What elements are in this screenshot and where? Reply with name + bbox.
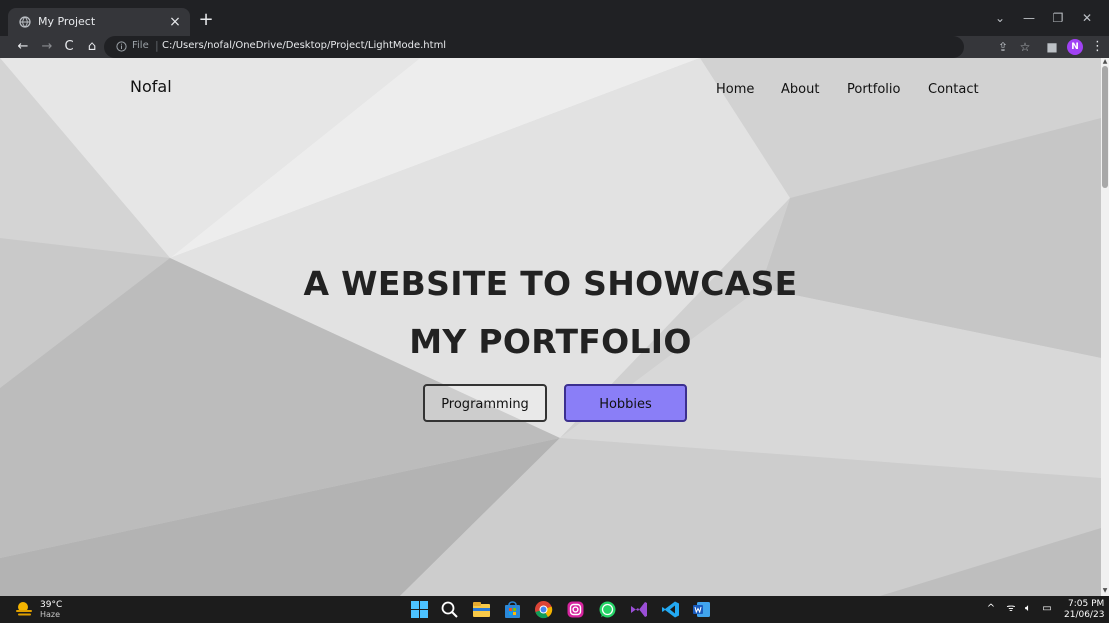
share-icon[interactable]: ⇪ — [994, 38, 1012, 56]
nav-portfolio[interactable]: Portfolio — [847, 82, 900, 97]
vscode-icon[interactable] — [661, 600, 680, 619]
home-icon[interactable]: ⌂ — [83, 38, 101, 56]
side-panel-icon[interactable]: ■ — [1043, 38, 1061, 56]
instagram-icon[interactable] — [566, 600, 585, 619]
scroll-down-arrow-icon[interactable]: ▼ — [1101, 587, 1109, 595]
search-icon[interactable] — [440, 600, 459, 619]
scrollbar-thumb[interactable] — [1102, 66, 1108, 188]
nav-about[interactable]: About — [781, 82, 819, 97]
tray-chevron-up-icon[interactable]: ^ — [984, 601, 998, 617]
forward-arrow-icon[interactable]: → — [38, 38, 56, 56]
browser-toolbar: ← → C ⌂ File | C:/Users/nofal/OneDrive/D… — [0, 36, 1109, 58]
whatsapp-icon[interactable] — [598, 600, 617, 619]
url-separator: | — [155, 39, 159, 52]
minimize-icon[interactable]: — — [1018, 8, 1040, 28]
weather-condition: Haze — [40, 610, 61, 619]
programming-button[interactable]: Programming — [423, 384, 547, 422]
browser-tabstrip: My Project × + ⌄ — ❐ ✕ — [0, 0, 1109, 36]
url-text: C:/Users/nofal/OneDrive/Desktop/Project/… — [162, 40, 447, 51]
back-arrow-icon[interactable]: ← — [14, 38, 32, 56]
visual-studio-icon[interactable] — [629, 600, 648, 619]
close-window-icon[interactable]: ✕ — [1076, 8, 1098, 28]
browser-tab[interactable]: My Project × — [8, 8, 190, 36]
hobbies-button[interactable]: Hobbies — [564, 384, 687, 422]
reload-icon[interactable]: C — [60, 38, 78, 56]
chrome-icon[interactable] — [534, 600, 553, 619]
info-icon — [116, 41, 127, 52]
bookmark-star-icon[interactable]: ☆ — [1016, 38, 1034, 56]
windows-taskbar: 39°C Haze ^ ᯤ 🔈︎ ▭ 7:05 PM 21/06/23 — [0, 596, 1109, 623]
clock-time[interactable]: 7:05 PM — [1068, 599, 1104, 609]
url-scheme: File — [132, 40, 149, 51]
restore-icon[interactable]: ❐ — [1047, 8, 1069, 28]
windows-start-icon[interactable] — [410, 600, 429, 619]
nav-contact[interactable]: Contact — [928, 82, 979, 97]
tab-search-icon[interactable]: ⌄ — [989, 8, 1011, 28]
battery-icon[interactable]: ▭ — [1040, 601, 1054, 617]
brand-logo-text[interactable]: Nofal — [130, 77, 172, 96]
weather-haze-icon[interactable] — [14, 601, 34, 617]
volume-icon[interactable]: 🔈︎ — [1021, 601, 1035, 617]
clock-date[interactable]: 21/06/23 — [1064, 610, 1104, 620]
word-icon[interactable] — [692, 600, 711, 619]
hero-title-line2: MY PORTFOLIO — [409, 322, 692, 361]
weather-temperature: 39°C — [40, 600, 63, 610]
address-bar[interactable]: File | C:/Users/nofal/OneDrive/Desktop/P… — [104, 36, 964, 58]
page-viewport: Nofal Home About Portfolio Contact A WEB… — [0, 58, 1101, 596]
tab-title: My Project — [38, 15, 96, 28]
globe-icon — [19, 16, 31, 28]
menu-kebab-icon[interactable]: ⋮ — [1091, 38, 1104, 56]
hero-title-line1: A WEBSITE TO SHOWCASE — [303, 264, 798, 303]
scroll-up-arrow-icon[interactable]: ▲ — [1101, 58, 1109, 66]
microsoft-store-icon[interactable] — [503, 600, 522, 619]
tab-close-button[interactable]: × — [166, 13, 184, 31]
file-explorer-icon[interactable] — [472, 600, 491, 619]
new-tab-button[interactable]: + — [196, 10, 216, 30]
profile-avatar[interactable]: N — [1067, 39, 1083, 55]
nav-home[interactable]: Home — [716, 82, 754, 97]
wifi-icon[interactable]: ᯤ — [1004, 601, 1018, 617]
